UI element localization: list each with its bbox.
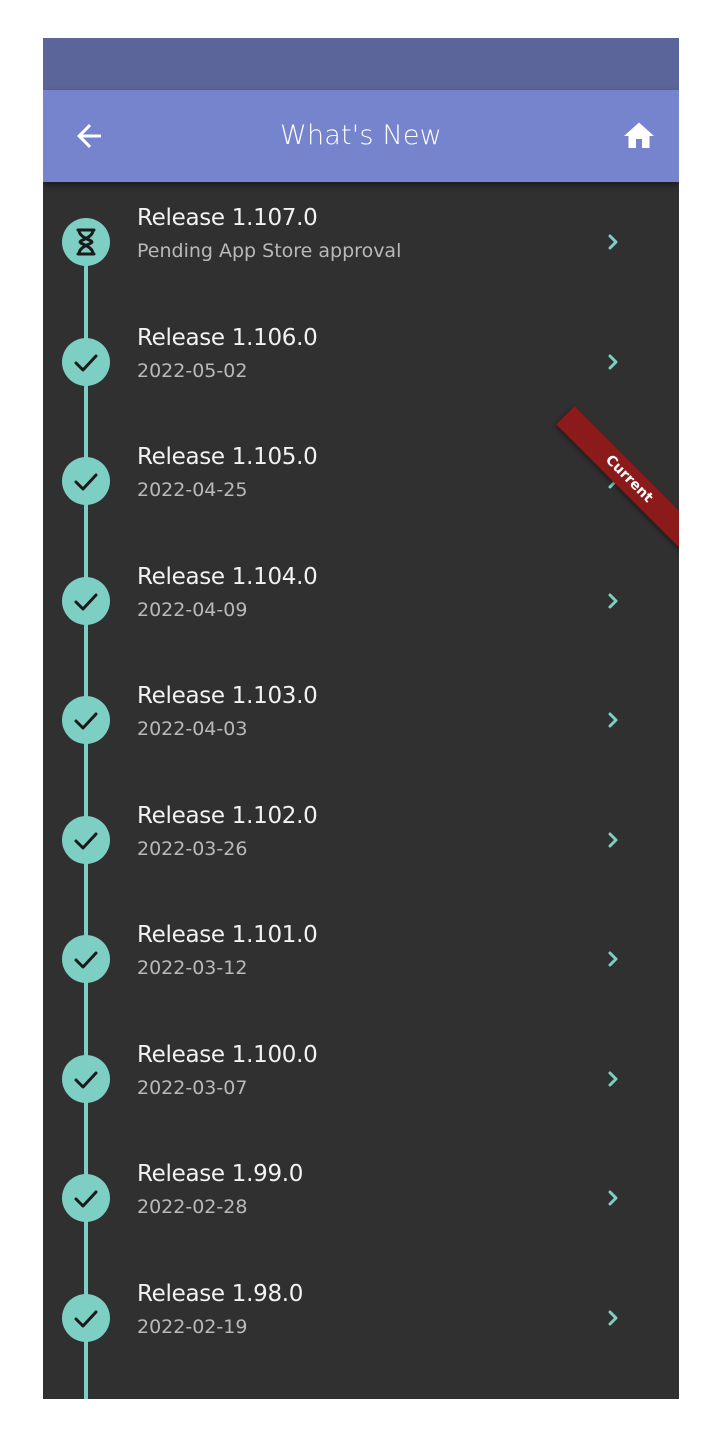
home-icon bbox=[624, 122, 654, 148]
chevron-right[interactable] bbox=[601, 589, 625, 613]
phone-screen: What's New Release 1.107.0 Pending App St… bbox=[43, 38, 679, 1399]
check-icon bbox=[74, 1071, 98, 1089]
chevron-right[interactable] bbox=[601, 350, 625, 374]
chevron-right[interactable] bbox=[601, 708, 625, 732]
release-title: Release 1.99.0 bbox=[137, 1161, 304, 1187]
release-row[interactable]: Release 1.101.0 2022-03-12 bbox=[43, 899, 679, 1018]
release-subtitle: 2022-04-03 bbox=[137, 718, 248, 740]
chevron-right-icon bbox=[608, 354, 618, 370]
check-icon bbox=[74, 951, 98, 969]
release-title: Release 1.98.0 bbox=[137, 1281, 304, 1307]
chevron-right[interactable] bbox=[601, 230, 625, 254]
timeline-node bbox=[62, 1294, 110, 1342]
app-bar: What's New bbox=[43, 90, 679, 182]
release-subtitle: 2022-03-12 bbox=[137, 957, 248, 979]
timeline-node bbox=[62, 1055, 110, 1103]
chevron-right[interactable] bbox=[601, 828, 625, 852]
chevron-right-icon bbox=[608, 712, 618, 728]
home-button[interactable] bbox=[621, 118, 657, 154]
check-icon bbox=[74, 354, 98, 372]
status-bar bbox=[43, 38, 679, 90]
release-title: Release 1.103.0 bbox=[137, 683, 318, 709]
chevron-right-icon bbox=[608, 832, 618, 848]
release-subtitle: 2022-03-26 bbox=[137, 838, 248, 860]
release-row[interactable]: Release 1.99.0 2022-02-28 bbox=[43, 1138, 679, 1257]
release-row[interactable]: Release 1.100.0 2022-03-07 bbox=[43, 1019, 679, 1138]
release-row[interactable]: Release 1.106.0 2022-05-02 bbox=[43, 302, 679, 421]
check-icon bbox=[74, 593, 98, 611]
release-subtitle: 2022-03-07 bbox=[137, 1077, 248, 1099]
release-subtitle: 2022-05-02 bbox=[137, 360, 248, 382]
check-icon bbox=[74, 1190, 98, 1208]
chevron-right-icon bbox=[608, 593, 618, 609]
timeline-node bbox=[62, 577, 110, 625]
hourglass-icon bbox=[76, 228, 96, 256]
release-title: Release 1.100.0 bbox=[137, 1042, 318, 1068]
release-subtitle: 2022-04-25 bbox=[137, 479, 248, 501]
check-icon bbox=[74, 832, 98, 850]
timeline-node bbox=[62, 816, 110, 864]
timeline-node bbox=[62, 1174, 110, 1222]
chevron-right-icon bbox=[608, 234, 618, 250]
chevron-right-icon bbox=[608, 1071, 618, 1087]
chevron-right[interactable] bbox=[601, 947, 625, 971]
release-row[interactable]: Release 1.102.0 2022-03-26 bbox=[43, 780, 679, 899]
release-list: Release 1.107.0 Pending App Store approva… bbox=[43, 182, 679, 1399]
release-title: Release 1.106.0 bbox=[137, 325, 318, 351]
release-subtitle: 2022-02-19 bbox=[137, 1316, 248, 1338]
timeline-node bbox=[62, 696, 110, 744]
release-title: Release 1.102.0 bbox=[137, 803, 318, 829]
release-title: Release 1.107.0 bbox=[137, 205, 318, 231]
timeline-node bbox=[62, 935, 110, 983]
page-title: What's New bbox=[280, 120, 442, 151]
timeline-node bbox=[62, 218, 110, 266]
chevron-right-icon bbox=[608, 1190, 618, 1206]
check-icon bbox=[74, 473, 98, 491]
release-row[interactable]: Release 1.98.0 2022-02-19 bbox=[43, 1258, 679, 1377]
chevron-right-icon bbox=[608, 1310, 618, 1326]
chevron-right[interactable] bbox=[601, 1067, 625, 1091]
release-row[interactable]: Release 1.104.0 2022-04-09 bbox=[43, 541, 679, 660]
release-row[interactable]: Release 1.107.0 Pending App Store approva… bbox=[43, 182, 679, 301]
release-title: Release 1.105.0 bbox=[137, 444, 318, 470]
chevron-right-icon bbox=[608, 951, 618, 967]
timeline-node bbox=[62, 457, 110, 505]
check-icon bbox=[74, 1310, 98, 1328]
release-title: Release 1.104.0 bbox=[137, 564, 318, 590]
check-icon bbox=[74, 712, 98, 730]
release-row[interactable]: Release 1.103.0 2022-04-03 bbox=[43, 660, 679, 779]
timeline-node bbox=[62, 338, 110, 386]
release-title: Release 1.101.0 bbox=[137, 922, 318, 948]
chevron-right[interactable] bbox=[601, 1186, 625, 1210]
chevron-right[interactable] bbox=[601, 1306, 625, 1330]
release-subtitle: 2022-04-09 bbox=[137, 599, 248, 621]
release-subtitle: 2022-02-28 bbox=[137, 1196, 248, 1218]
release-subtitle: Pending App Store approval bbox=[137, 240, 402, 262]
